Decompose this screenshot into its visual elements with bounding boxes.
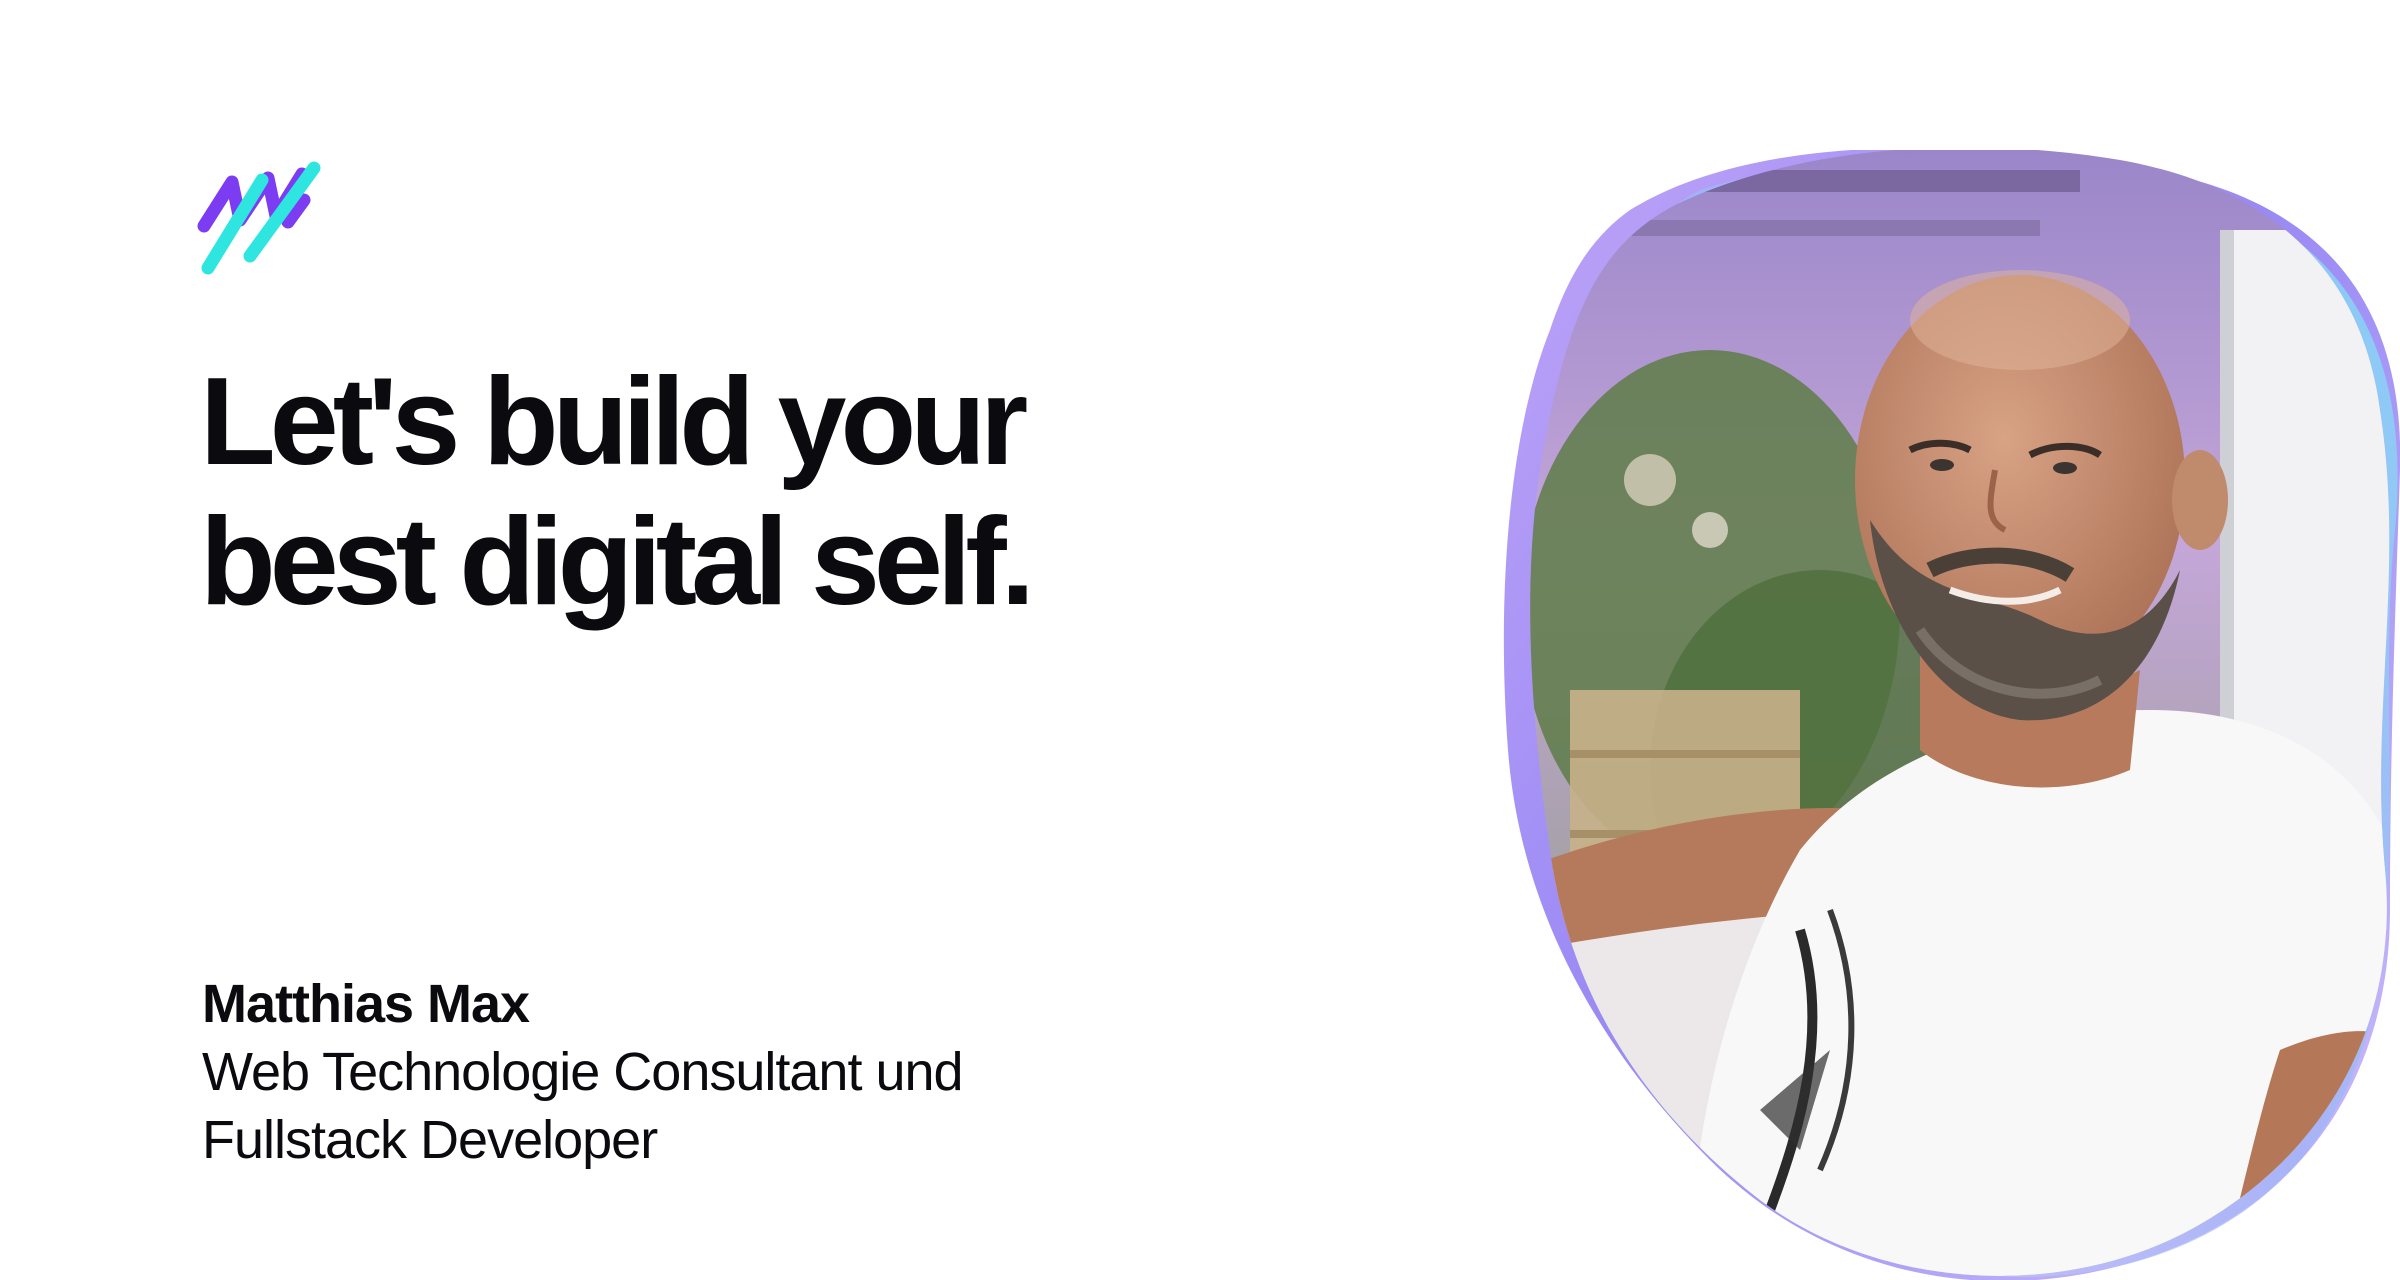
- portrait-photo: [1503, 150, 2400, 1280]
- author-role-line-2: Fullstack Developer: [202, 1110, 658, 1170]
- headline: Let's build your best digital self.: [200, 352, 1035, 632]
- author-block: Matthias Max Web Technologie Consultant …: [202, 970, 964, 1174]
- share-card: Let's build your best digital self. Matt…: [0, 0, 2400, 1280]
- headline-line-1: Let's build your: [200, 353, 1028, 491]
- headline-line-2: best digital self.: [200, 493, 1035, 631]
- author-name: Matthias Max: [202, 974, 530, 1034]
- author-role-line-1: Web Technologie Consultant und: [202, 1042, 964, 1102]
- brand-logo-icon: [197, 161, 321, 275]
